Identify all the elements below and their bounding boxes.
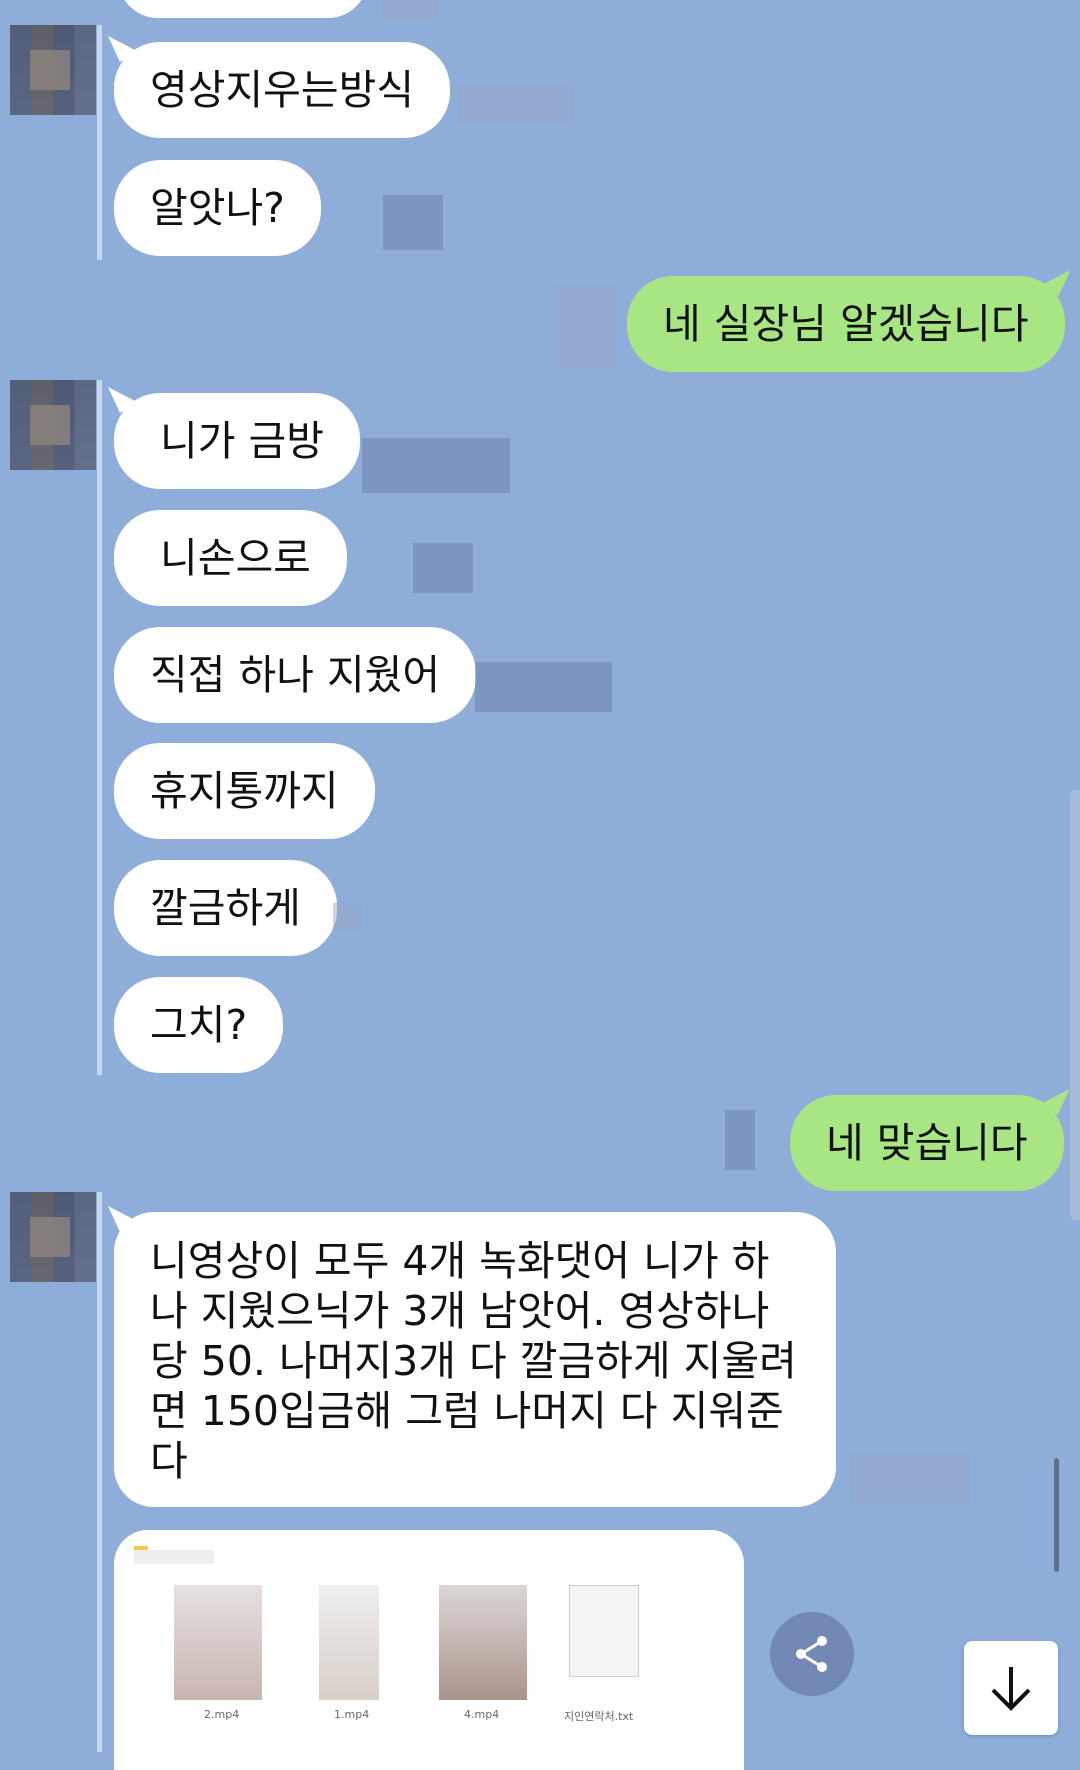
message-text: 깔금하게 bbox=[150, 884, 301, 932]
message-text: 휴지통까지 bbox=[150, 767, 339, 815]
share-icon bbox=[796, 1636, 827, 1672]
incoming-bubble[interactable]: 그치? bbox=[114, 977, 284, 1073]
text-file-icon bbox=[569, 1585, 639, 1677]
message-text: 네 실장님 알겠습니다 bbox=[663, 300, 1029, 348]
video-thumbnail bbox=[174, 1585, 262, 1700]
chat-area[interactable]: 영상지우는방식 알앗나? 네 실장님 알겠습니다 니가 금방 니손으로 직접 하… bbox=[0, 0, 1080, 1770]
blurred-timestamp bbox=[362, 438, 510, 493]
scroll-to-bottom-button[interactable] bbox=[964, 1641, 1058, 1735]
thread-line bbox=[97, 1192, 102, 1752]
incoming-bubble[interactable]: 니가 금방 bbox=[114, 393, 360, 489]
outgoing-bubble[interactable]: 네 맞습니다 bbox=[790, 1095, 1064, 1191]
message-text: 직접 하나 지웠어 bbox=[150, 651, 441, 699]
share-button[interactable] bbox=[770, 1612, 854, 1696]
blurred-timestamp bbox=[850, 1453, 970, 1503]
attachment-screenshot[interactable]: 2.mp4 1.mp4 4.mp4 지인연락처.txt bbox=[114, 1530, 744, 1770]
file-name: 2.mp4 bbox=[204, 1708, 240, 1721]
blurred-timestamp bbox=[383, 0, 438, 20]
blurred-read-status bbox=[725, 1110, 755, 1170]
sender-avatar[interactable] bbox=[10, 1192, 96, 1282]
blurred-timestamp bbox=[333, 903, 361, 931]
blurred-timestamp bbox=[413, 543, 473, 593]
file-name: 4.mp4 bbox=[464, 1708, 500, 1721]
address-bar bbox=[134, 1550, 214, 1564]
message-text: 니가 금방 bbox=[160, 417, 324, 465]
incoming-bubble-partial[interactable] bbox=[118, 0, 368, 18]
sender-avatar[interactable] bbox=[10, 25, 96, 115]
incoming-bubble-long[interactable]: 니영상이 모두 4개 녹화댓어 니가 하나 지웠으닉가 3개 남앗어. 영상하나… bbox=[114, 1212, 836, 1507]
sender-avatar[interactable] bbox=[10, 380, 96, 470]
video-thumbnail bbox=[319, 1585, 379, 1700]
message-text: 니영상이 모두 4개 녹화댓어 니가 하나 지웠으닉가 3개 남앗어. 영상하나… bbox=[150, 1237, 797, 1485]
blurred-timestamp bbox=[383, 195, 443, 250]
incoming-bubble[interactable]: 깔금하게 bbox=[114, 860, 337, 956]
incoming-bubble[interactable]: 직접 하나 지웠어 bbox=[114, 627, 477, 723]
thread-line bbox=[97, 380, 102, 1075]
file-name: 지인연락처.txt bbox=[564, 1710, 634, 1723]
message-text: 니손으로 bbox=[160, 534, 311, 582]
incoming-bubble[interactable]: 영상지우는방식 bbox=[114, 42, 451, 138]
incoming-bubble[interactable]: 알앗나? bbox=[114, 160, 321, 256]
video-thumbnail bbox=[439, 1585, 527, 1700]
file-name: 1.mp4 bbox=[334, 1708, 370, 1721]
message-text: 영상지우는방식 bbox=[150, 66, 415, 114]
incoming-bubble[interactable]: 휴지통까지 bbox=[114, 743, 375, 839]
message-text: 그치? bbox=[150, 1001, 248, 1049]
thread-line bbox=[97, 25, 102, 260]
blurred-timestamp bbox=[475, 662, 612, 712]
incoming-bubble[interactable]: 니손으로 bbox=[114, 510, 347, 606]
message-text: 알앗나? bbox=[150, 184, 285, 232]
arrow-down-icon bbox=[991, 1667, 1031, 1711]
edge-panel-handle[interactable] bbox=[1070, 790, 1080, 1220]
blurred-timestamp bbox=[458, 85, 573, 123]
blurred-read-status bbox=[556, 283, 616, 368]
outgoing-bubble[interactable]: 네 실장님 알겠습니다 bbox=[627, 276, 1065, 372]
scrollbar[interactable] bbox=[1054, 1458, 1059, 1572]
message-text: 네 맞습니다 bbox=[826, 1119, 1028, 1167]
